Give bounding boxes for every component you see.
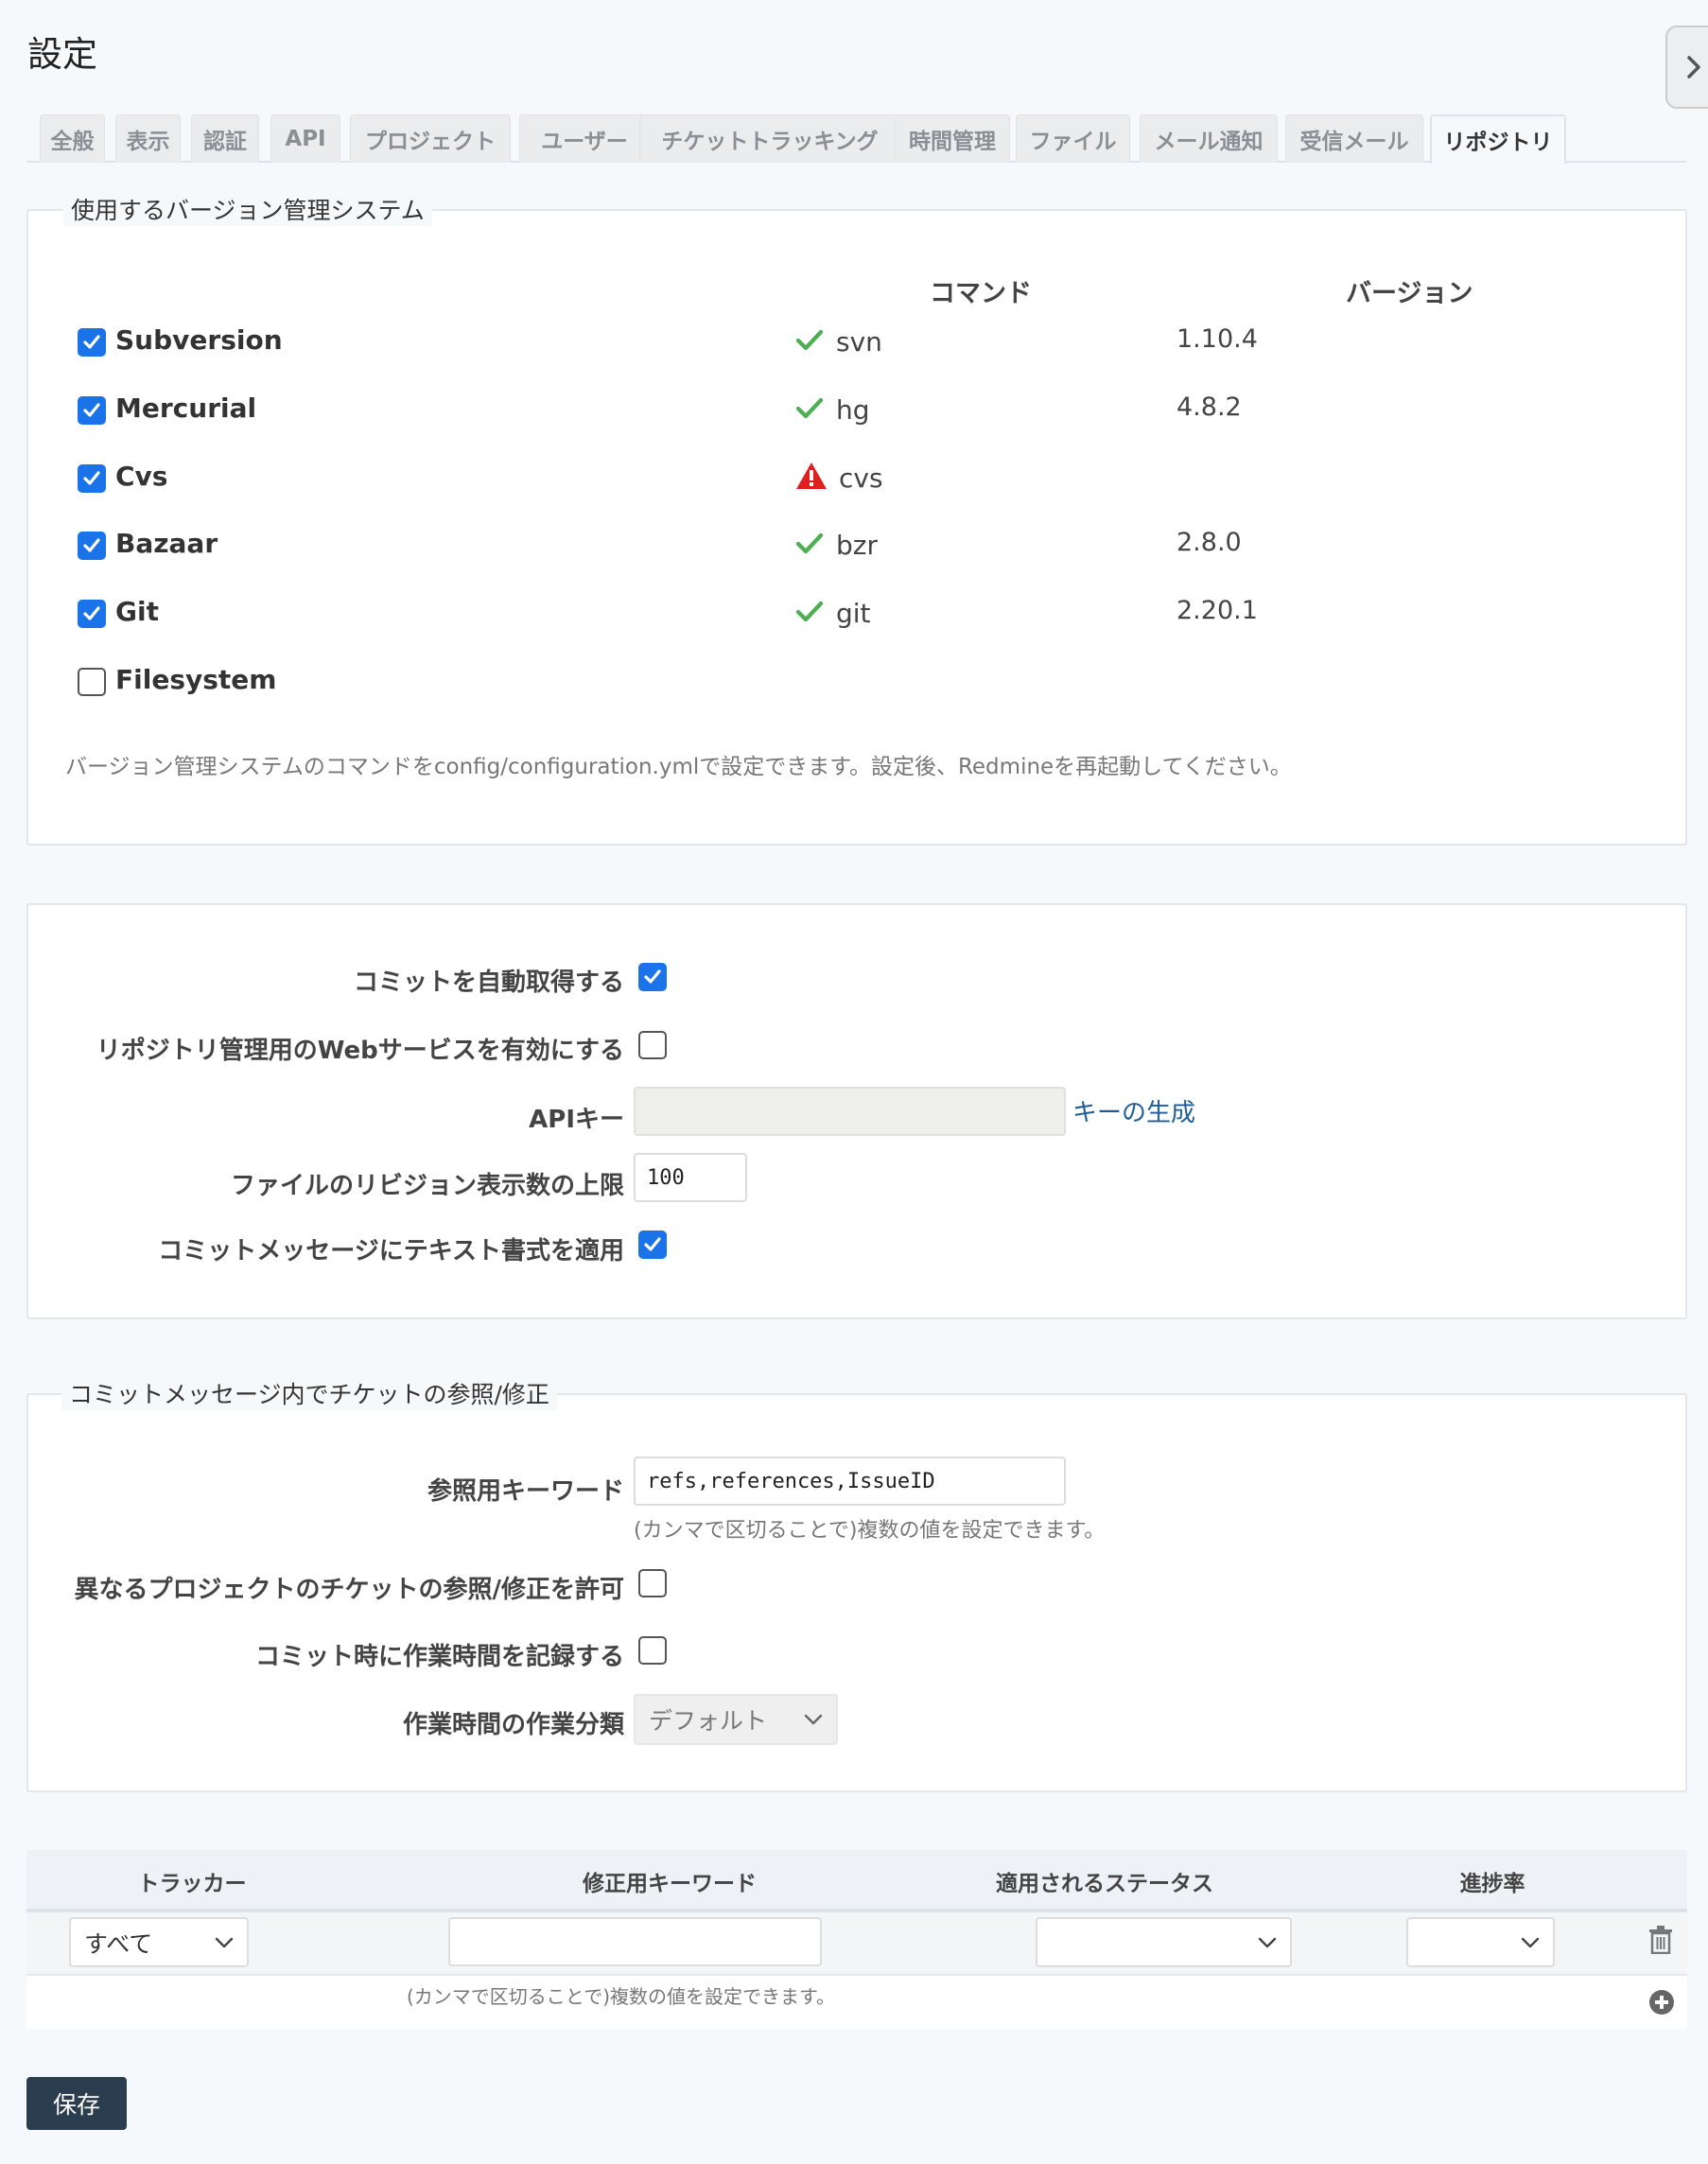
tab-notifications[interactable]: メール通知	[1140, 114, 1278, 163]
check-icon	[83, 403, 100, 417]
fix-keywords-field[interactable]	[448, 1917, 822, 1966]
text-format-checkbox[interactable]	[638, 1230, 667, 1259]
scm-version: 4.8.2	[1176, 393, 1242, 422]
tab-projects[interactable]: プロジェクト	[350, 114, 511, 163]
api-key-field[interactable]	[634, 1087, 1066, 1136]
chevron-down-icon	[215, 1937, 234, 1947]
status-column-header: 適用されるステータス	[996, 1872, 1213, 1896]
save-button[interactable]: 保存	[26, 2077, 127, 2130]
check-icon	[83, 335, 100, 349]
ws-checkbox[interactable]	[638, 1031, 667, 1059]
done-ratio-column-header: 進捗率	[1459, 1872, 1525, 1896]
fix-keywords-hint: (カンマで区切ることで)複数の値を設定できます。	[407, 1985, 836, 2008]
chevron-right-icon	[1687, 56, 1700, 79]
tab-display[interactable]: 表示	[115, 114, 181, 163]
tab-mail-handler[interactable]: 受信メール	[1285, 114, 1423, 163]
scm-name: Bazaar	[115, 528, 218, 559]
version-column-header: バージョン	[1346, 279, 1473, 308]
cross-project-label: 異なるプロジェクトのチケットの参照/修正を許可	[74, 1576, 625, 1604]
chevron-down-icon	[804, 1714, 823, 1725]
scm-hint: バージョン管理システムのコマンドをconfig/configuration.ym…	[65, 755, 1292, 779]
ws-label: リポジトリ管理用のWebサービスを有効にする	[96, 1037, 624, 1065]
scm-checkbox-cvs[interactable]	[78, 464, 106, 493]
scm-checkbox-filesystem[interactable]	[78, 668, 106, 696]
chevron-down-icon	[1521, 1937, 1540, 1947]
fix-keywords-table-header: トラッカー 修正用キーワード 適用されるステータス 進捗率	[26, 1850, 1687, 1912]
activity-label: 作業時間の作業分類	[402, 1711, 624, 1739]
autofetch-label: コミットを自動取得する	[353, 969, 624, 997]
scm-checkbox-git[interactable]	[78, 600, 106, 628]
sidebar-toggle-button[interactable]	[1665, 26, 1708, 109]
log-time-label: コミット時に作業時間を記録する	[254, 1643, 624, 1671]
trash-icon[interactable]	[1648, 1926, 1673, 1954]
scm-checkbox-bazaar[interactable]	[78, 532, 106, 560]
text-format-label: コミットメッセージにテキスト書式を適用	[158, 1237, 624, 1265]
command-column-header: コマンド	[930, 279, 1032, 308]
chevron-down-icon	[1258, 1937, 1277, 1947]
max-revisions-label: ファイルのリビジョン表示数の上限	[230, 1172, 624, 1200]
cross-project-checkbox[interactable]	[638, 1569, 667, 1597]
tab-attachments[interactable]: ファイル	[1016, 114, 1130, 163]
scm-version: 2.8.0	[1176, 528, 1242, 557]
api-key-label: APIキー	[529, 1106, 624, 1134]
check-icon	[644, 1237, 661, 1251]
check-ok-icon	[795, 532, 824, 554]
tracker-select-value: すべて	[84, 1929, 153, 1958]
tracker-column-header: トラッカー	[137, 1872, 247, 1896]
tab-timelog[interactable]: 時間管理	[895, 114, 1010, 163]
scm-checkbox-subversion[interactable]	[78, 328, 106, 357]
tab-authentication[interactable]: 認証	[191, 114, 259, 163]
tab-repositories[interactable]: リポジトリ	[1430, 114, 1566, 165]
scm-name: Filesystem	[115, 664, 277, 695]
activity-select[interactable]: デフォルト	[634, 1694, 838, 1745]
check-icon	[83, 538, 100, 552]
scm-version: 1.10.4	[1176, 324, 1258, 354]
refs-legend: コミットメッセージ内でチケットの参照/修正	[61, 1376, 557, 1410]
scm-command: hg	[836, 394, 870, 426]
tab-api[interactable]: API	[270, 114, 340, 163]
autofetch-checkbox[interactable]	[638, 963, 667, 991]
check-icon	[83, 471, 100, 485]
scm-name: Git	[115, 596, 159, 627]
check-ok-icon	[795, 397, 824, 419]
scm-name: Cvs	[115, 461, 168, 492]
check-icon	[644, 969, 661, 984]
ref-keywords-hint: (カンマで区切ることで)複数の値を設定できます。	[634, 1519, 1106, 1543]
add-circle-icon[interactable]	[1648, 1989, 1675, 2016]
scm-command: bzr	[836, 530, 878, 561]
tracker-select[interactable]: すべて	[69, 1917, 249, 1967]
check-ok-icon	[795, 329, 824, 351]
check-icon	[83, 606, 100, 620]
scm-name: Subversion	[115, 324, 283, 356]
table-footer: (カンマで区切ることで)複数の値を設定できます。	[26, 1976, 1687, 2029]
scm-legend: 使用するバージョン管理システム	[63, 192, 432, 226]
done-ratio-select[interactable]	[1406, 1917, 1555, 1967]
check-ok-icon	[795, 601, 824, 622]
scm-command: svn	[836, 326, 882, 358]
scm-name: Mercurial	[115, 393, 257, 424]
settings-tabs: 全般 表示 認証 API プロジェクト ユーザー チケットトラッキング 時間管理…	[26, 114, 1686, 165]
tab-issue-tracking[interactable]: チケットトラッキング	[639, 114, 900, 163]
table-row: すべて	[26, 1912, 1687, 1976]
scm-version: 2.20.1	[1176, 596, 1258, 625]
keywords-column-header: 修正用キーワード	[583, 1872, 757, 1896]
page-title: 設定	[27, 34, 97, 75]
status-select[interactable]	[1036, 1917, 1292, 1967]
scm-command: git	[836, 598, 871, 629]
activity-select-value: デフォルト	[649, 1707, 768, 1735]
warning-icon	[796, 462, 827, 489]
keywords-label: 参照用キーワード	[427, 1477, 624, 1506]
log-time-checkbox[interactable]	[638, 1636, 667, 1665]
generate-key-link[interactable]: キーの生成	[1072, 1093, 1195, 1128]
scm-command: cvs	[839, 462, 883, 494]
max-revisions-field[interactable]: 100	[634, 1153, 747, 1202]
ref-keywords-field[interactable]: refs,references,IssueID	[634, 1457, 1066, 1506]
tab-users[interactable]: ユーザー	[519, 114, 650, 163]
scm-checkbox-mercurial[interactable]	[78, 396, 106, 425]
tab-general[interactable]: 全般	[40, 114, 105, 163]
